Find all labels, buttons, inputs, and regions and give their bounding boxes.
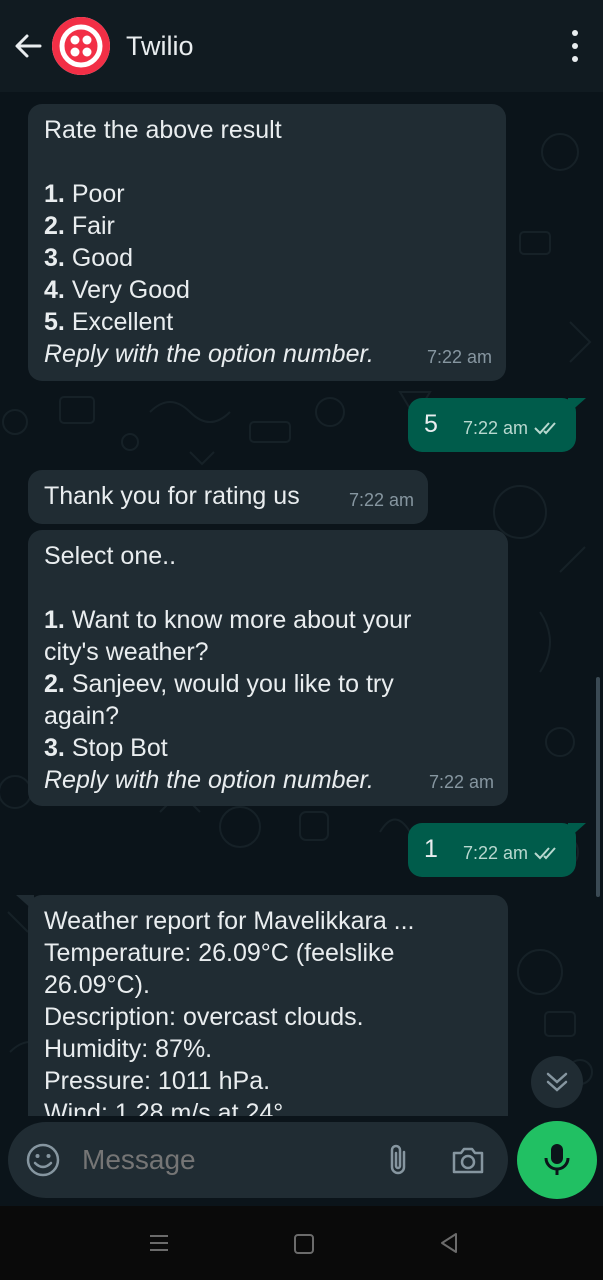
message-time: 7:22 am: [348, 490, 414, 510]
reply-hint: Reply with the option number.: [44, 766, 374, 794]
option-text: Good: [71, 244, 133, 272]
bubble-tail: [568, 398, 586, 414]
message-text: Temperature: 26.09°C (feelslike: [44, 939, 395, 967]
recent-apps-icon[interactable]: [148, 1232, 170, 1254]
incoming-message[interactable]: Select one.. 1. Want to know more about …: [28, 530, 508, 806]
message-composer: [8, 1122, 508, 1198]
outgoing-message[interactable]: 1 7:22 am: [408, 823, 576, 877]
option-line: 2. Sanjeev, would you like to try: [44, 670, 394, 698]
outgoing-message[interactable]: 5 7:22 am: [408, 398, 576, 452]
option-number: 4.: [44, 276, 65, 304]
emoji-button[interactable]: [24, 1141, 62, 1179]
message-text: Wind: 1.28 m/s at 24°: [44, 1099, 284, 1116]
attach-button[interactable]: [380, 1142, 416, 1178]
message-text: 26.09°C).: [44, 971, 150, 999]
read-receipt-icon: [534, 422, 556, 435]
message-text: Humidity: 87%.: [44, 1035, 213, 1063]
dot-icon: [572, 42, 578, 49]
home-icon[interactable]: [294, 1234, 314, 1254]
message-time: 7:22 am: [463, 412, 562, 444]
option-line: 2. Fair: [44, 210, 490, 242]
option-text: Poor: [71, 180, 125, 208]
paperclip-icon: [390, 1144, 406, 1175]
dot-icon: [572, 29, 578, 36]
chat-header: Twilio: [0, 0, 603, 92]
camera-icon: [452, 1147, 484, 1174]
option-line: city's weather?: [44, 638, 209, 666]
option-line: 3. Stop Bot: [44, 734, 168, 762]
option-number: 1.: [44, 180, 65, 208]
option-line: 4. Very Good: [44, 274, 490, 306]
option-text: Excellent: [71, 308, 174, 336]
option-line: 3. Good: [44, 242, 490, 274]
double-chevron-down-icon: [546, 1072, 568, 1092]
option-number: 5.: [44, 308, 65, 336]
message-time: 7:22 am: [428, 772, 494, 792]
incoming-message[interactable]: Weather report for Mavelikkara ... Tempe…: [28, 895, 508, 1116]
message-time: 7:22 am: [426, 347, 492, 367]
dot-icon: [572, 56, 578, 63]
scroll-to-bottom-button[interactable]: [531, 1056, 583, 1108]
option-line: 1. Poor: [44, 178, 490, 210]
camera-button[interactable]: [448, 1142, 488, 1178]
message-input[interactable]: [82, 1144, 362, 1176]
back-button[interactable]: [4, 16, 52, 76]
read-receipt-icon: [534, 847, 556, 860]
avatar[interactable]: [52, 17, 110, 75]
message-text: Select one..: [44, 542, 177, 570]
option-number: 2.: [44, 212, 65, 240]
option-text: Fair: [71, 212, 115, 240]
bubble-tail: [16, 895, 34, 911]
chat-area[interactable]: Rate the above result 1. Poor 2. Fair 3.…: [0, 92, 603, 1116]
nav-back-icon[interactable]: [438, 1232, 460, 1254]
message-text: Description: overcast clouds.: [44, 1003, 364, 1031]
voice-message-button[interactable]: [517, 1121, 597, 1199]
option-line: again?: [44, 702, 120, 730]
back-arrow-icon: [15, 34, 42, 58]
message-text: Pressure: 1011 hPa.: [44, 1067, 271, 1095]
reply-hint: Reply with the option number.: [44, 340, 374, 368]
option-line: 5. Excellent: [44, 306, 490, 338]
incoming-message[interactable]: Thank you for rating us 7:22 am: [28, 470, 428, 524]
emoji-icon: [26, 1143, 60, 1177]
option-text: Very Good: [71, 276, 190, 304]
message-text: Weather report for Mavelikkara ...: [44, 907, 415, 935]
scrollbar[interactable]: [596, 677, 600, 897]
message-time: 7:22 am: [463, 837, 562, 869]
contact-name[interactable]: Twilio: [126, 31, 194, 62]
option-line: 1. Want to know more about your: [44, 606, 412, 634]
message-text: Rate the above result: [44, 116, 282, 144]
incoming-message[interactable]: Rate the above result 1. Poor 2. Fair 3.…: [28, 104, 506, 381]
more-options-button[interactable]: [567, 26, 583, 66]
option-number: 3.: [44, 244, 65, 272]
bubble-tail: [568, 823, 586, 839]
twilio-logo-icon: [52, 17, 110, 75]
microphone-icon: [544, 1144, 570, 1175]
